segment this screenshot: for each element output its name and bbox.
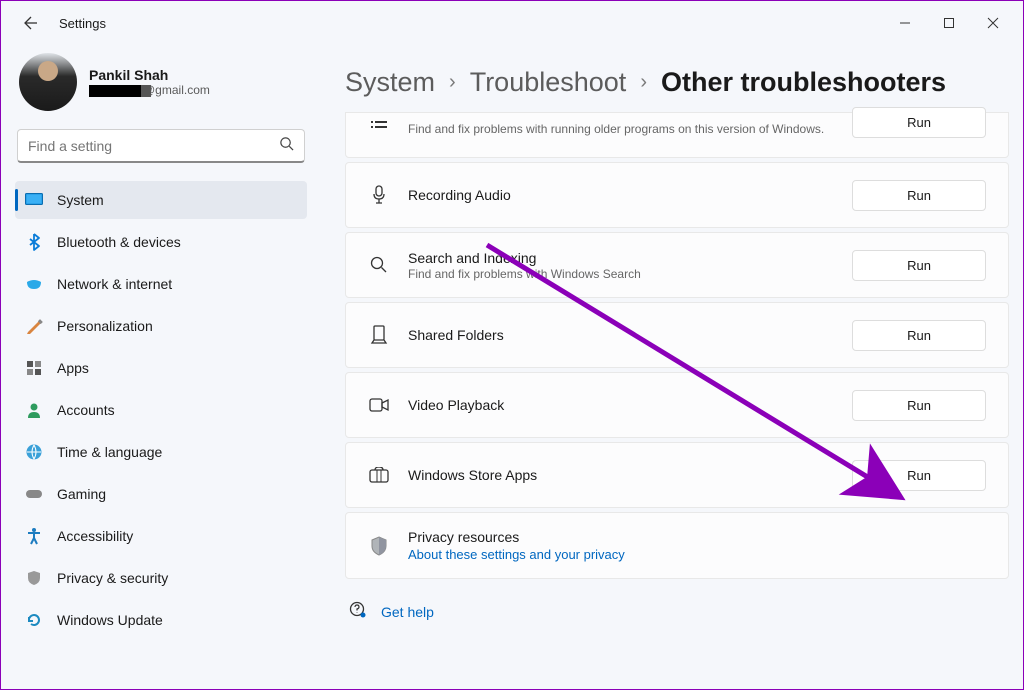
help-label: Get help (381, 604, 434, 620)
search-icon (368, 256, 390, 274)
sidebar-item-label: Accessibility (57, 528, 133, 544)
minimize-button[interactable] (883, 7, 927, 39)
sidebar-item-bluetooth[interactable]: Bluetooth & devices (15, 223, 307, 261)
sidebar-item-label: Time & language (57, 444, 162, 460)
sidebar-item-label: Accounts (57, 402, 115, 418)
privacy-resources-card[interactable]: Privacy resources About these settings a… (345, 512, 1009, 579)
troubleshooter-card-shared-folders: Shared Folders Run (345, 302, 1009, 368)
troubleshooter-card-windows-store-apps: Windows Store Apps Run (345, 442, 1009, 508)
help-icon (349, 601, 367, 622)
close-button[interactable] (971, 7, 1015, 39)
privacy-title: Privacy resources (408, 529, 986, 545)
sidebar-item-label: Windows Update (57, 612, 163, 628)
privacy-icon (25, 569, 43, 587)
card-title: Shared Folders (408, 327, 834, 343)
troubleshooter-card-search-indexing: Search and IndexingFind and fix problems… (345, 232, 1009, 298)
profile[interactable]: Pankil Shah @gmail.com (15, 51, 307, 129)
breadcrumb: System › Troubleshoot › Other troublesho… (345, 67, 1009, 98)
shield-icon (368, 536, 390, 556)
compat-icon (368, 119, 390, 133)
chevron-right-icon: › (449, 71, 456, 94)
search-input[interactable] (17, 129, 305, 163)
sidebar-item-apps[interactable]: Apps (15, 349, 307, 387)
run-button[interactable]: Run (852, 250, 986, 281)
sidebar-item-accessibility[interactable]: Accessibility (15, 517, 307, 555)
shared-folders-icon (368, 325, 390, 345)
sidebar-item-privacy[interactable]: Privacy & security (15, 559, 307, 597)
profile-email: @gmail.com (89, 83, 210, 97)
personalization-icon (25, 317, 43, 335)
video-icon (368, 398, 390, 412)
get-help-link[interactable]: Get help (345, 579, 1009, 644)
nav-list: System Bluetooth & devices Network & int… (15, 181, 307, 639)
accounts-icon (25, 401, 43, 419)
run-button[interactable]: Run (852, 107, 986, 138)
avatar (19, 53, 77, 111)
search-field[interactable] (28, 138, 279, 154)
card-title: Recording Audio (408, 187, 834, 203)
sidebar-item-accounts[interactable]: Accounts (15, 391, 307, 429)
troubleshooter-card-video-playback: Video Playback Run (345, 372, 1009, 438)
search-icon (279, 136, 294, 156)
troubleshooter-card-recording-audio: Recording Audio Run (345, 162, 1009, 228)
sidebar-item-gaming[interactable]: Gaming (15, 475, 307, 513)
run-button[interactable]: Run (852, 390, 986, 421)
gaming-icon (25, 485, 43, 503)
sidebar-item-label: Personalization (57, 318, 153, 334)
sidebar-item-system[interactable]: System (15, 181, 307, 219)
card-title: Search and Indexing (408, 250, 834, 266)
run-button[interactable]: Run (852, 320, 986, 351)
sidebar-item-windows-update[interactable]: Windows Update (15, 601, 307, 639)
sidebar-item-time-language[interactable]: Time & language (15, 433, 307, 471)
sidebar-item-label: System (57, 192, 104, 208)
card-desc: Find and fix problems with running older… (408, 122, 834, 136)
sidebar-item-label: Network & internet (57, 276, 172, 292)
time-language-icon (25, 443, 43, 461)
back-button[interactable] (17, 11, 41, 35)
bluetooth-icon (25, 233, 43, 251)
store-icon (368, 467, 390, 483)
microphone-icon (368, 185, 390, 205)
chevron-right-icon: › (640, 71, 647, 94)
run-button[interactable]: Run (852, 180, 986, 211)
sidebar-item-personalization[interactable]: Personalization (15, 307, 307, 345)
sidebar-item-label: Apps (57, 360, 89, 376)
apps-icon (25, 359, 43, 377)
breadcrumb-mid[interactable]: Troubleshoot (470, 67, 627, 98)
profile-name: Pankil Shah (89, 67, 210, 83)
card-title: Video Playback (408, 397, 834, 413)
sidebar-item-network[interactable]: Network & internet (15, 265, 307, 303)
window-title: Settings (59, 16, 106, 31)
card-desc: Find and fix problems with Windows Searc… (408, 267, 834, 281)
breadcrumb-current: Other troubleshooters (661, 67, 946, 98)
run-button[interactable]: Run (852, 460, 986, 491)
system-icon (25, 191, 43, 209)
sidebar-item-label: Bluetooth & devices (57, 234, 181, 250)
maximize-button[interactable] (927, 7, 971, 39)
sidebar-item-label: Privacy & security (57, 570, 168, 586)
update-icon (25, 611, 43, 629)
network-icon (25, 275, 43, 293)
card-title: Windows Store Apps (408, 467, 834, 483)
accessibility-icon (25, 527, 43, 545)
troubleshooter-card-compat: Find and fix problems with running older… (345, 112, 1009, 158)
breadcrumb-root[interactable]: System (345, 67, 435, 98)
sidebar-item-label: Gaming (57, 486, 106, 502)
privacy-link[interactable]: About these settings and your privacy (408, 547, 986, 562)
